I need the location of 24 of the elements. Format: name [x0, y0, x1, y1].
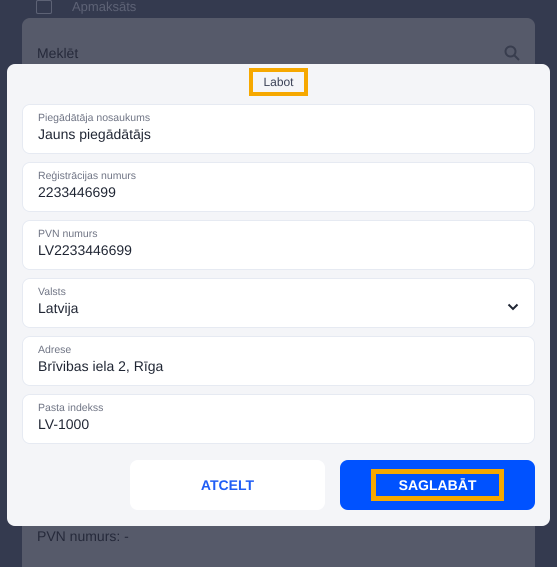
field-label: Valsts: [38, 286, 67, 298]
input-field[interactable]: Pasta indekss LV-1000: [22, 394, 535, 444]
input-field[interactable]: PVN numurs LV2233446699: [22, 220, 535, 270]
input-field[interactable]: Piegādātāja nosaukums Jauns piegādātājs: [22, 104, 535, 154]
field-label: Piegādātāja nosaukums: [38, 112, 151, 124]
save-button[interactable]: SAGLABĀT: [340, 460, 535, 510]
input-field[interactable]: Reģistrācijas numurs 2233446699: [22, 162, 535, 212]
field-value: Latvija: [38, 300, 78, 316]
dialog-title: Labot: [249, 68, 308, 96]
field-value: Brīvibas iela 2, Rīga: [38, 358, 164, 374]
field-label: PVN numurs: [38, 228, 99, 240]
chevron-down-icon: [507, 302, 519, 310]
field-value: LV2233446699: [38, 242, 132, 258]
cancel-button[interactable]: ATCELT: [130, 460, 325, 510]
field-value: 2233446699: [38, 184, 117, 200]
field-value: Jauns piegādātājs: [38, 126, 151, 142]
select-field[interactable]: Valsts Latvija: [22, 278, 535, 328]
checkbox[interactable]: [36, 0, 52, 14]
field-label: Pasta indekss: [38, 402, 104, 414]
field-label: Adrese: [38, 344, 72, 356]
field-value: LV-1000: [38, 416, 90, 432]
input-field[interactable]: Adrese Brīvibas iela 2, Rīga: [22, 336, 535, 386]
field-label: Reģistrācijas numurs: [38, 170, 136, 182]
search-icon[interactable]: [504, 45, 520, 61]
